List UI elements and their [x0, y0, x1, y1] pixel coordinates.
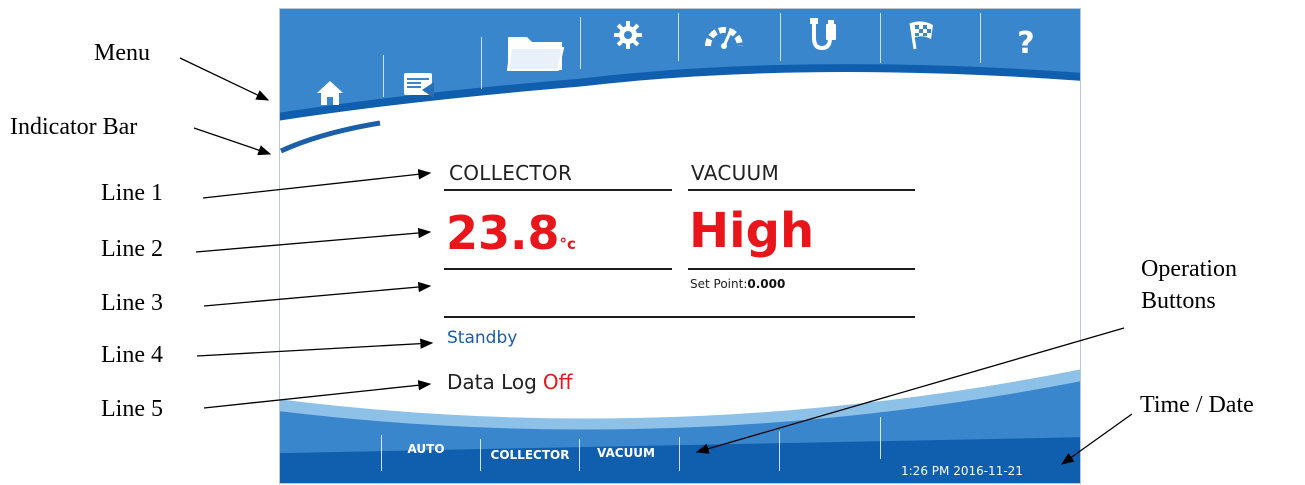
vacuum-button[interactable]: VACUUM	[586, 443, 666, 463]
op-divider	[381, 435, 382, 471]
menu-divider	[980, 13, 981, 63]
line1-divider-left	[444, 189, 672, 191]
help-icon: ?	[1017, 25, 1035, 61]
line2-divider-left	[444, 268, 672, 270]
flag-icon	[909, 21, 933, 50]
menu-folder-button[interactable]	[501, 25, 571, 77]
setpoint-label: Set Point:	[690, 277, 748, 291]
op-button-4[interactable]	[682, 439, 778, 459]
menu-gauge-button[interactable]	[694, 9, 754, 61]
vacuum-setpoint: Set Point:0.000	[690, 277, 785, 291]
folder-icon	[506, 37, 565, 71]
datalog-status: Data Log Off	[447, 370, 572, 394]
callout-operation-buttons-line1: Operation	[1141, 256, 1237, 282]
menu-usb-button[interactable]	[794, 9, 854, 61]
usb-icon	[810, 18, 836, 51]
setpoint-value: 0.000	[747, 277, 786, 291]
line2-divider-right	[688, 268, 915, 270]
line1-divider-right	[688, 189, 915, 191]
device-screen: ? COLLECTOR VACUUM 23.8°c High Set Point…	[279, 8, 1081, 484]
callout-line-5: Line 5	[101, 396, 163, 422]
vacuum-label: VACUUM	[691, 161, 780, 185]
op-divider	[579, 439, 580, 471]
op-divider	[679, 437, 680, 471]
menu-divider	[383, 55, 384, 97]
menu-help-button[interactable]: ?	[996, 17, 1056, 69]
op-divider	[779, 431, 780, 471]
datalog-state: Off	[542, 370, 573, 394]
clock: 1:26 PM 2016-11-21	[901, 464, 1023, 478]
menu-flag-button[interactable]	[892, 9, 952, 61]
callout-indicator-bar: Indicator Bar	[10, 114, 138, 140]
callout-line-3: Line 3	[101, 290, 163, 316]
menu-divider	[678, 13, 679, 61]
menu-settings-button[interactable]	[598, 9, 658, 61]
vacuum-value: High	[689, 203, 815, 259]
clock-time: 1:26 PM	[901, 464, 950, 478]
callout-line-2: Line 2	[101, 236, 163, 262]
clock-date: 2016-11-21	[953, 464, 1023, 478]
arrow-indicator-bar	[193, 127, 272, 156]
auto-button[interactable]: AUTO	[392, 439, 460, 459]
menu-divider	[780, 13, 781, 61]
home-icon	[317, 81, 343, 105]
collector-button[interactable]: COLLECTOR	[482, 445, 578, 465]
callout-line-4: Line 4	[101, 342, 163, 368]
menu-divider	[481, 37, 482, 89]
temperature-unit: °c	[559, 235, 576, 253]
callout-line-1: Line 1	[101, 180, 163, 206]
callout-menu: Menu	[94, 40, 150, 66]
callout-time-date: Time / Date	[1140, 392, 1254, 418]
collector-temperature-value: 23.8°c	[446, 210, 576, 256]
status-text: Standby	[447, 328, 518, 348]
callout-operation-buttons-line2: Buttons	[1141, 288, 1216, 314]
datalog-label: Data Log	[447, 370, 537, 394]
display-icon	[404, 73, 434, 98]
op-divider	[480, 439, 481, 471]
menu-home-button[interactable]	[300, 67, 360, 119]
menu-divider	[880, 13, 881, 63]
op-button-5[interactable]	[782, 437, 878, 457]
line3-divider	[444, 316, 915, 318]
menu-divider	[580, 17, 581, 69]
collector-temperature-number: 23.8	[446, 206, 560, 260]
menu-display-button[interactable]	[389, 59, 449, 111]
gauge-icon	[705, 27, 743, 49]
collector-label: COLLECTOR	[449, 161, 573, 185]
op-divider	[880, 417, 881, 459]
gear-icon	[614, 21, 642, 49]
arrow-menu	[179, 57, 270, 101]
